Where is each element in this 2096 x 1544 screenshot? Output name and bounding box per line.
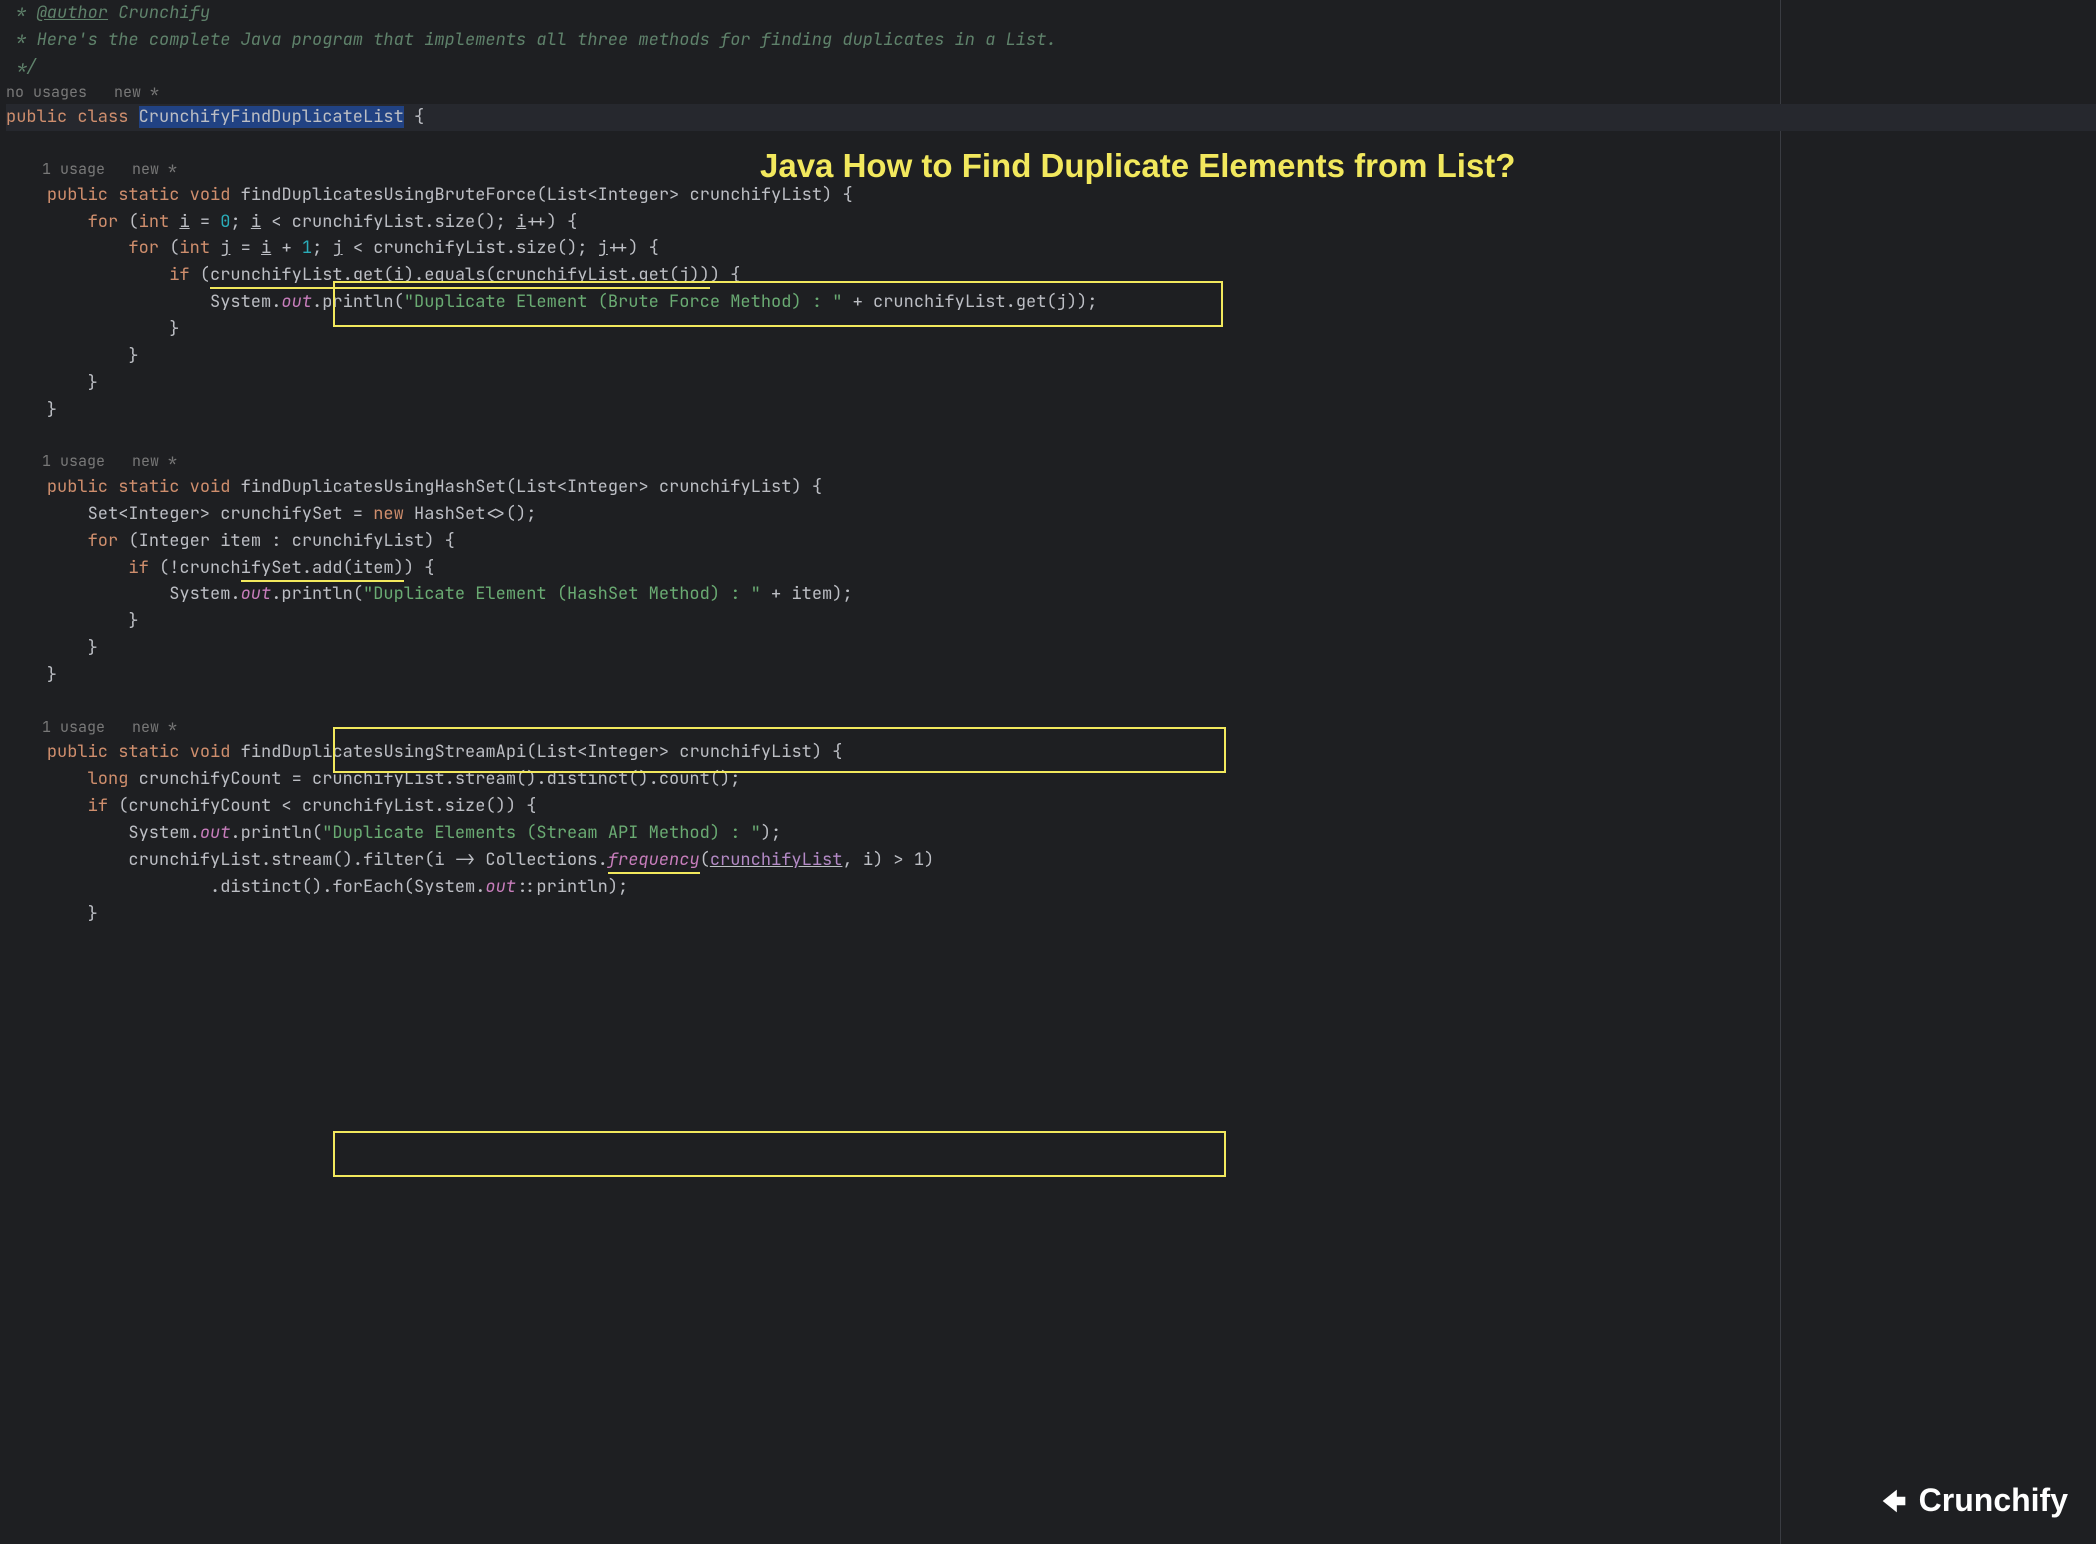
author-name: Crunchify [118, 2, 210, 24]
code-line[interactable]: for (int i = 0; i < crunchifyList.size()… [6, 209, 2096, 236]
code-line[interactable]: if (!crunchifySet.add(item)) { [6, 555, 2096, 582]
usage-hint[interactable]: no usages new * [6, 81, 2096, 105]
code-line[interactable]: } [6, 662, 2096, 689]
blank-line [6, 689, 2096, 716]
code-line[interactable]: } [6, 635, 2096, 662]
code-line[interactable]: if (crunchifyCount < crunchifyList.size(… [6, 793, 2096, 820]
comment-close: */ [6, 54, 2096, 81]
logo-text: Crunchify [1919, 1475, 2068, 1526]
method-declaration[interactable]: public static void findDuplicatesUsingSt… [6, 739, 2096, 766]
class-declaration[interactable]: public class CrunchifyFindDuplicateList … [6, 104, 2096, 131]
usage-hint[interactable]: 1 usage new * [6, 716, 2096, 740]
code-line[interactable]: for (int j = i + 1; j < crunchifyList.si… [6, 235, 2096, 262]
crunchify-logo: Crunchify [1877, 1475, 2068, 1526]
logo-icon [1877, 1484, 1911, 1518]
code-line[interactable]: } [6, 316, 2096, 343]
code-line[interactable]: } [6, 608, 2096, 635]
code-line[interactable]: crunchifyList.stream().filter(i -> Colle… [6, 847, 2096, 874]
highlight-box [333, 1131, 1226, 1177]
comment-line: * Here's the complete Java program that … [6, 27, 2096, 54]
blank-line [6, 423, 2096, 450]
method-declaration[interactable]: public static void findDuplicatesUsingHa… [6, 474, 2096, 501]
method-name: findDuplicatesUsingStreamApi [241, 741, 527, 763]
code-line[interactable]: } [6, 397, 2096, 424]
method-name: findDuplicatesUsingBruteForce [241, 184, 537, 206]
code-line[interactable]: } [6, 901, 2096, 928]
comment-text: Here's the complete Java program that im… [37, 29, 1057, 51]
code-line[interactable]: System.out.println("Duplicate Element (H… [6, 581, 2096, 608]
title-annotation: Java How to Find Duplicate Elements from… [760, 140, 1515, 192]
code-line[interactable]: Set<Integer> crunchifySet = new HashSet<… [6, 501, 2096, 528]
code-line[interactable]: } [6, 370, 2096, 397]
code-line[interactable]: if (crunchifyList.get(i).equals(crunchif… [6, 262, 2096, 289]
code-line[interactable]: long crunchifyCount = crunchifyList.stre… [6, 766, 2096, 793]
method-name: findDuplicatesUsingHashSet [241, 476, 506, 498]
code-line[interactable]: System.out.println("Duplicate Element (B… [6, 289, 2096, 316]
comment-line: * @author Crunchify [6, 0, 2096, 27]
class-name[interactable]: CrunchifyFindDuplicateList [139, 106, 404, 128]
code-line[interactable]: } [6, 343, 2096, 370]
code-line[interactable]: for (Integer item : crunchifyList) { [6, 528, 2096, 555]
usage-hint[interactable]: 1 usage new * [6, 450, 2096, 474]
code-line[interactable]: .distinct().forEach(System.out::println)… [6, 874, 2096, 901]
code-line[interactable]: System.out.println("Duplicate Elements (… [6, 820, 2096, 847]
javadoc-author-tag: @author [37, 2, 108, 24]
